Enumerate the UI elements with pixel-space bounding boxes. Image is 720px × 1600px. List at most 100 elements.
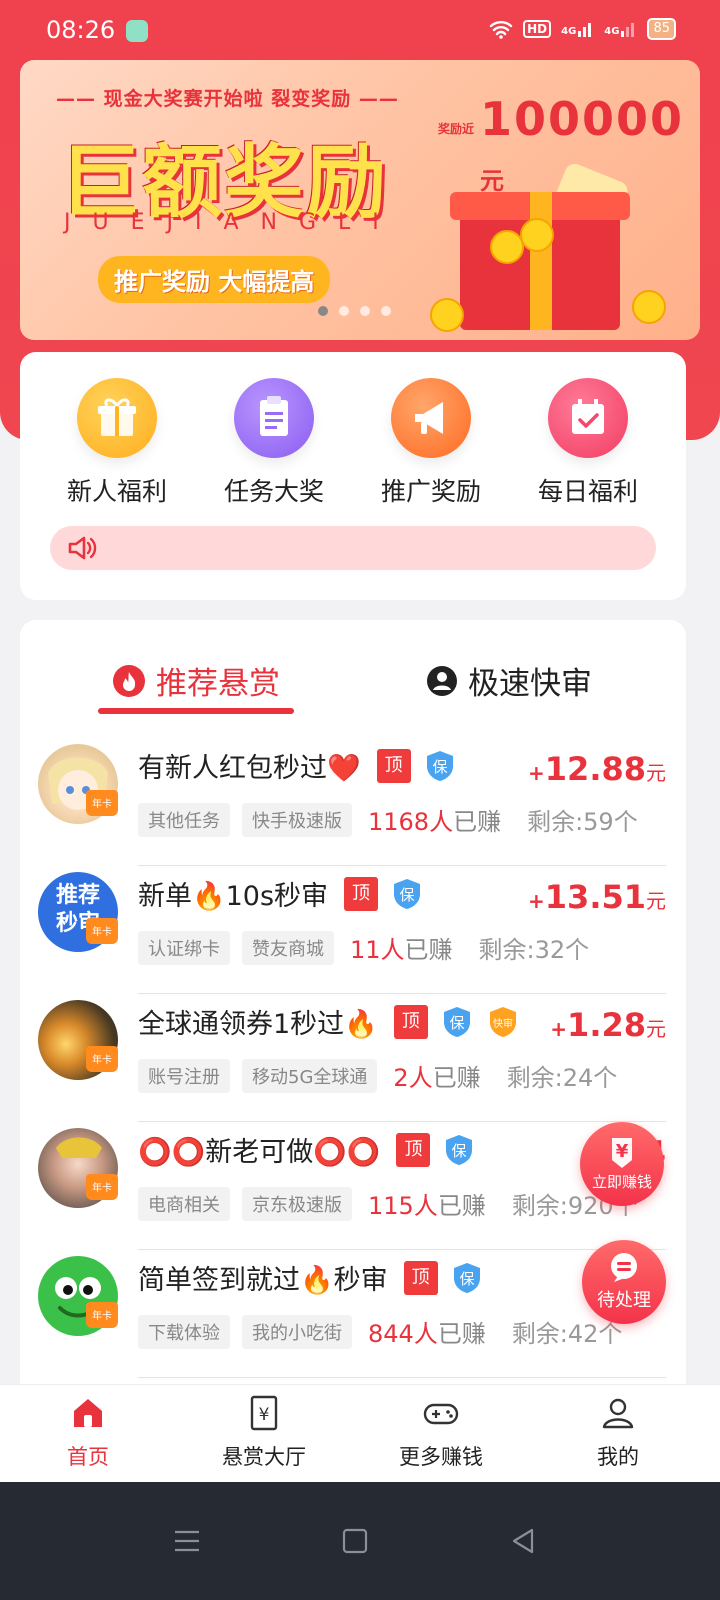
svg-text:保: 保 [452,1142,467,1160]
quick-actions-card: 新人福利 任务大奖 推广奖励 每日福利 [20,352,686,600]
notice-bar[interactable] [50,526,656,570]
quick-action-task-prize[interactable]: 任务大奖 [209,378,339,508]
tab-label: 极速快审 [468,666,592,702]
tab-fast-review[interactable]: 极速快审 [426,658,592,703]
home-square-icon[interactable] [340,1526,370,1556]
nav-profile[interactable]: 我的 [538,1393,698,1471]
earn-now-button[interactable]: ¥ 立即赚钱 [580,1122,664,1206]
task-tag: 电商相关 [138,1186,230,1221]
nav-bounty-hall[interactable]: ¥ 悬赏大厅 [184,1393,344,1471]
remaining-count: 剩余:59个 [527,808,638,836]
coin-illustration [490,230,524,264]
flame-icon [113,664,145,697]
banner-amount-prefix: 奖励近 [438,122,475,136]
task-tag: 移动5G全球通 [242,1058,378,1093]
task-title: 新单🔥10s秒审 顶 保 [138,874,424,913]
earned-count: 115人已赚 [368,1192,486,1220]
gamepad-icon [423,1403,459,1425]
task-tag: 我的小吃街 [242,1314,352,1349]
task-title: 简单签到就过🔥秒审 顶 保 [138,1258,484,1297]
task-item[interactable]: 推荐秒审 年卡 新单🔥10s秒审 顶 保 +13.51元 认证绑卡 赞友商城 1… [20,866,686,994]
bottom-nav: 首页 ¥ 悬赏大厅 更多赚钱 我的 [0,1384,720,1483]
fast-review-badge-icon: 快审 [489,1006,516,1037]
annual-card-badge: 年卡 [86,1302,118,1328]
svg-text:快审: 快审 [493,1017,513,1030]
annual-card-badge: 年卡 [86,918,118,944]
guarantee-shield-icon: 保 [453,1262,480,1293]
task-tag: 认证绑卡 [138,930,230,965]
page-dot[interactable] [381,306,391,316]
top-badge: 顶 [376,748,411,783]
active-tab-indicator [98,708,294,714]
tab-recommended[interactable]: 推荐悬赏 [112,658,280,703]
quick-action-label: 新人福利 [66,477,167,506]
signal-4g-2: 4G [604,21,637,37]
nav-home[interactable]: 首页 [8,1393,168,1471]
task-price: +12.88元 [528,750,666,788]
svg-text:¥: ¥ [259,1405,270,1425]
page-dot[interactable] [360,306,370,316]
quick-action-promotion[interactable]: 推广奖励 [366,378,496,508]
person-icon [427,665,457,696]
quick-action-daily[interactable]: 每日福利 [523,378,653,508]
banner-pinyin: JUEJIANGLI [64,210,401,235]
page-dot[interactable] [339,306,349,316]
task-tag: 快手极速版 [242,802,352,837]
task-meta: 电商相关 京东极速版 115人已赚 剩余:920个 [138,1186,638,1221]
back-icon[interactable] [508,1526,538,1556]
status-time: 08:26 [46,16,116,44]
page-dot[interactable] [318,306,328,316]
top-badge: 顶 [344,876,379,911]
menu-icon[interactable] [172,1526,202,1556]
wifi-icon [489,21,513,39]
task-tag: 其他任务 [138,802,230,837]
task-price: +1.28元 [550,1006,666,1044]
status-bar: 08:26 HD 4G 4G 85 [0,0,720,60]
system-nav-bar [0,1482,720,1600]
nav-label: 我的 [597,1445,639,1469]
pending-label: 待处理 [597,1290,651,1311]
yen-document-icon: ¥ [250,1395,278,1431]
annual-card-badge: 年卡 [86,790,118,816]
tab-label: 推荐悬赏 [156,666,280,702]
gift-icon [77,378,157,458]
task-meta: 认证绑卡 赞友商城 11人已赚 剩余:32个 [138,930,589,965]
remaining-count: 剩余:24个 [506,1064,618,1092]
coin-illustration [430,298,464,332]
coin-illustration [520,218,554,252]
task-price: +13.51元 [528,878,666,916]
task-tag: 账号注册 [138,1058,230,1093]
top-badge: 顶 [396,1132,431,1167]
guarantee-shield-icon: 保 [443,1006,470,1037]
task-meta: 下载体验 我的小吃街 844人已赚 剩余:42个 [138,1314,622,1349]
remaining-count: 剩余:32个 [478,936,590,964]
task-item[interactable]: 年卡 有新人红包秒过❤️ 顶 保 +12.88元 其他任务 快手极速版 1168… [20,738,686,866]
earned-count: 11人已赚 [350,936,453,964]
quick-action-new-user[interactable]: 新人福利 [52,378,182,508]
home-icon [74,1399,102,1427]
svg-text:保: 保 [449,1014,464,1032]
coin-illustration [632,290,666,324]
task-tag: 下载体验 [138,1314,230,1349]
user-icon [602,1398,634,1429]
svg-text:保: 保 [400,886,415,904]
task-title: ⭕⭕新老可做⭕⭕ 顶 保 [138,1130,476,1169]
task-item[interactable]: 年卡 全球通领券1秒过🔥 顶 保 快审 +1.28元 账号注册 移动5G全球通 … [20,994,686,1122]
promo-banner[interactable]: —— 现金大奖赛开始啦 裂变奖励 —— 奖励近 100000元 巨额奖励 JUE… [20,60,700,340]
task-tag: 京东极速版 [242,1186,352,1221]
pending-button[interactable]: 待处理 [582,1240,666,1324]
chat-icon [611,1253,637,1282]
earned-count: 1168人已赚 [368,808,502,836]
nav-more-earn[interactable]: 更多赚钱 [361,1393,521,1471]
svg-text:保: 保 [432,758,447,776]
quick-action-label: 推广奖励 [380,477,481,506]
banner-subtitle: —— 现金大奖赛开始啦 裂变奖励 —— [56,88,399,110]
battery-indicator: 85 [647,18,676,40]
banner-pill: 推广奖励 大幅提高 [98,256,331,303]
quick-action-label: 每日福利 [537,477,638,506]
banner-pagination [318,306,391,316]
megaphone-icon [391,378,471,458]
nav-label: 首页 [67,1445,109,1469]
status-indicators: HD 4G 4G 85 [489,18,676,40]
svg-text:保: 保 [459,1270,474,1288]
